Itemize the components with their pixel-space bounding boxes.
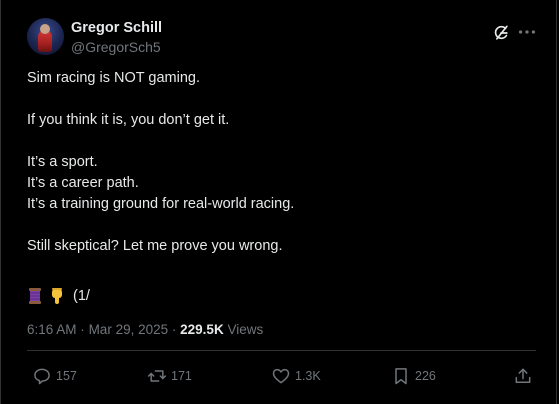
tweet-line: Sim racing is NOT gaming. — [27, 70, 200, 86]
bookmark-icon — [395, 368, 407, 385]
views-count: 229.5K — [180, 322, 224, 337]
point-down-emoji — [52, 288, 62, 304]
share-icon — [515, 368, 531, 383]
tweet-card: Gregor Schill @GregorSch5 Sim racing is … — [0, 0, 557, 404]
tweet-line: It’s a sport. — [27, 154, 98, 170]
bookmark-count: 226 — [415, 369, 436, 383]
tweet-line: Still skeptical? Let me prove you wrong. — [27, 238, 283, 254]
heart-icon — [272, 368, 290, 384]
reply-icon — [34, 368, 50, 385]
tweet-date[interactable]: Mar 29, 2025 — [89, 322, 169, 337]
repost-button[interactable]: 171 — [147, 362, 192, 390]
meta-separator: · — [171, 322, 177, 337]
share-button[interactable] — [513, 362, 533, 390]
repost-icon — [147, 370, 167, 382]
author-handle[interactable]: @GregorSch5 — [71, 39, 161, 55]
meta-separator: · — [80, 322, 85, 337]
like-count: 1.3K — [295, 369, 321, 383]
thread-marker-row: (1/ — [27, 285, 90, 307]
reply-button[interactable]: 157 — [32, 362, 77, 390]
avatar-head — [40, 24, 50, 34]
tweet-meta: 6:16 AM · Mar 29, 2025 · 229.5K Views — [27, 322, 263, 337]
tweet-text: Sim racing is NOT gaming. If you think i… — [27, 68, 532, 257]
tweet-time[interactable]: 6:16 AM — [27, 322, 77, 337]
grok-icon[interactable] — [491, 23, 511, 43]
reply-count: 157 — [56, 369, 77, 383]
divider — [27, 350, 536, 351]
bookmark-button[interactable]: 226 — [391, 362, 436, 390]
thread-marker: (1/ — [73, 288, 90, 304]
tweet-line: If you think it is, you don’t get it. — [27, 112, 230, 128]
views-label: Views — [227, 322, 264, 337]
tweet-line: It’s a career path. — [27, 175, 139, 191]
author-display-name[interactable]: Gregor Schill — [71, 20, 162, 36]
action-bar: 157 171 1.3K 226 — [21, 362, 541, 390]
tweet-line: It’s a training ground for real-world ra… — [27, 196, 295, 212]
repost-count: 171 — [171, 369, 192, 383]
thread-emoji — [29, 288, 41, 304]
more-icon[interactable] — [516, 21, 538, 43]
avatar[interactable] — [27, 18, 64, 55]
like-button[interactable]: 1.3K — [271, 362, 321, 390]
